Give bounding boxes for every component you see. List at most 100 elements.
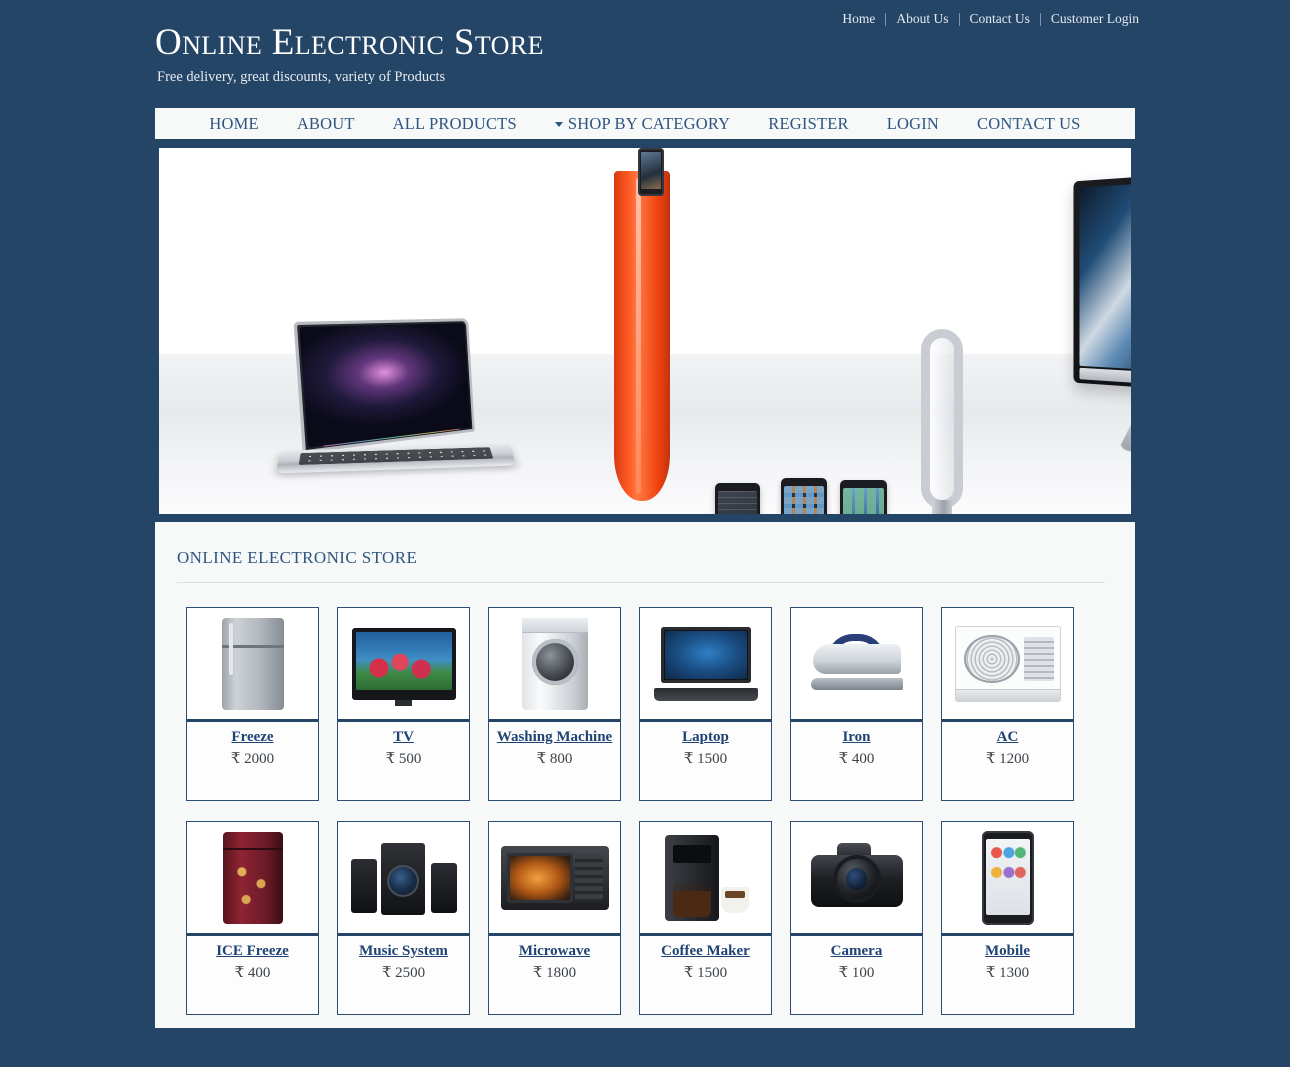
topbar-link-about-us[interactable]: About Us [886, 12, 958, 26]
product-image-camera [791, 822, 922, 936]
product-image-microwave [489, 822, 620, 936]
nav-label: HOME [209, 113, 259, 133]
nav-item-home[interactable]: HOME [190, 114, 277, 134]
product-name-link[interactable]: TV [393, 728, 414, 747]
banner-fan-neck [932, 500, 952, 514]
product-card-microwave[interactable]: Microwave ₹ 1800 [488, 821, 621, 1015]
nav-item-all-products[interactable]: ALL PRODUCTS [374, 114, 536, 134]
brand-block: Online Electronic Store Free delivery, g… [155, 22, 855, 86]
banner-imac-stand [1118, 379, 1135, 453]
coffee-cup [720, 886, 749, 913]
nav-label: CONTACT US [977, 113, 1081, 133]
nav-item-register[interactable]: REGISTER [749, 114, 867, 134]
product-card-ice-freeze[interactable]: ICE Freeze ₹ 400 [186, 821, 319, 1015]
product-price: ₹ 100 [838, 964, 875, 981]
air-conditioner-icon [954, 625, 1061, 702]
product-card-music-system[interactable]: Music System ₹ 2500 [337, 821, 470, 1015]
tv-stand [395, 699, 412, 706]
tv-screen [355, 631, 452, 690]
product-name-link[interactable]: Iron [842, 728, 870, 747]
hero-banner-image [159, 148, 1131, 514]
topbar-link-customer-login[interactable]: Customer Login [1041, 12, 1149, 26]
product-price: ₹ 400 [838, 750, 875, 767]
product-caption: Iron ₹ 400 [791, 722, 922, 800]
product-card-iron[interactable]: Iron ₹ 400 [790, 607, 923, 801]
product-name-link[interactable]: Microwave [519, 942, 590, 961]
product-caption: TV ₹ 500 [338, 722, 469, 800]
product-name-link[interactable]: Freeze [231, 728, 273, 747]
product-caption: AC ₹ 1200 [942, 722, 1073, 800]
product-name-link[interactable]: Mobile [985, 942, 1030, 961]
product-card-camera[interactable]: Camera ₹ 100 [790, 821, 923, 1015]
product-price: ₹ 500 [385, 750, 422, 767]
ac-base [955, 688, 1060, 701]
ice-refrigerator-icon [222, 831, 283, 924]
product-card-laptop[interactable]: Laptop ₹ 1500 [639, 607, 772, 801]
product-price: ₹ 1500 [683, 964, 728, 981]
nav-item-login[interactable]: LOGIN [868, 114, 958, 134]
product-name-link[interactable]: ICE Freeze [216, 942, 289, 961]
product-image-music-system [338, 822, 469, 936]
product-caption: Microwave ₹ 1800 [489, 936, 620, 1014]
product-price: ₹ 1300 [985, 964, 1030, 981]
product-card-ac[interactable]: AC ₹ 1200 [941, 607, 1074, 801]
microwave-door [506, 852, 573, 903]
laptop-icon [653, 626, 758, 701]
product-card-freeze[interactable]: Freeze ₹ 2000 [186, 607, 319, 801]
microwave-icon [500, 845, 609, 910]
product-image-iron [791, 608, 922, 722]
camera-lens [832, 854, 881, 903]
banner-laptop-screen [293, 318, 475, 454]
speaker-left [350, 858, 377, 913]
nav-label: REGISTER [768, 113, 849, 133]
product-price: ₹ 800 [536, 750, 573, 767]
subwoofer [380, 842, 425, 915]
site-title: Online Electronic Store [155, 22, 544, 63]
nav-item-about[interactable]: ABOUT [278, 114, 374, 134]
banner-galaxy-phone-icon [840, 480, 887, 514]
nav-label: ALL PRODUCTS [392, 113, 517, 133]
product-name-link[interactable]: Washing Machine [497, 728, 612, 747]
product-card-tv[interactable]: TV ₹ 500 [337, 607, 470, 801]
laptop-keyboard [298, 447, 494, 465]
product-name-link[interactable]: Music System [359, 942, 448, 961]
coffee-maker-icon [659, 834, 753, 921]
main-navigation: HOME ABOUT ALL PRODUCTS SHOP BY CATEGORY… [155, 104, 1135, 143]
ac-vent [1023, 636, 1054, 681]
laptop-dock [321, 419, 460, 447]
nav-list: HOME ABOUT ALL PRODUCTS SHOP BY CATEGORY… [190, 114, 1099, 134]
product-image-coffee-maker [640, 822, 771, 936]
topbar-link-contact-us[interactable]: Contact Us [960, 12, 1040, 26]
nav-item-shop-by-category[interactable]: SHOP BY CATEGORY [536, 114, 749, 134]
product-caption: Coffee Maker ₹ 1500 [640, 936, 771, 1014]
hero-banner [155, 148, 1135, 514]
product-card-mobile[interactable]: Mobile ₹ 1300 [941, 821, 1074, 1015]
camera-icon [807, 841, 907, 915]
product-caption: Music System ₹ 2500 [338, 936, 469, 1014]
section-divider [177, 582, 1105, 583]
nav-item-contact-us[interactable]: CONTACT US [958, 114, 1100, 134]
microwave-control-panel [574, 853, 603, 902]
nav-label: LOGIN [886, 113, 940, 133]
music-system-icon [349, 839, 459, 917]
product-card-washing-machine[interactable]: Washing Machine ₹ 800 [488, 607, 621, 801]
section-heading: ONLINE ELECTRONIC STORE [177, 548, 418, 567]
speaker-right [430, 862, 457, 913]
product-price: ₹ 1200 [985, 750, 1030, 767]
product-card-coffee-maker[interactable]: Coffee Maker ₹ 1500 [639, 821, 772, 1015]
product-caption: Mobile ₹ 1300 [942, 936, 1073, 1014]
product-name-link[interactable]: AC [997, 728, 1019, 747]
banner-docked-phone-icon [638, 148, 664, 196]
banner-orange-tower-icon [614, 171, 670, 501]
product-name-link[interactable]: Camera [831, 942, 883, 961]
iron-soleplate [810, 677, 903, 690]
washer-door [531, 638, 578, 685]
product-image-washing-machine [489, 608, 620, 722]
product-name-link[interactable]: Laptop [682, 728, 729, 747]
product-caption: Camera ₹ 100 [791, 936, 922, 1014]
product-image-television [338, 608, 469, 722]
television-icon [351, 627, 456, 706]
product-price: ₹ 1500 [683, 750, 728, 767]
product-name-link[interactable]: Coffee Maker [661, 942, 750, 961]
iron-body [812, 643, 901, 674]
